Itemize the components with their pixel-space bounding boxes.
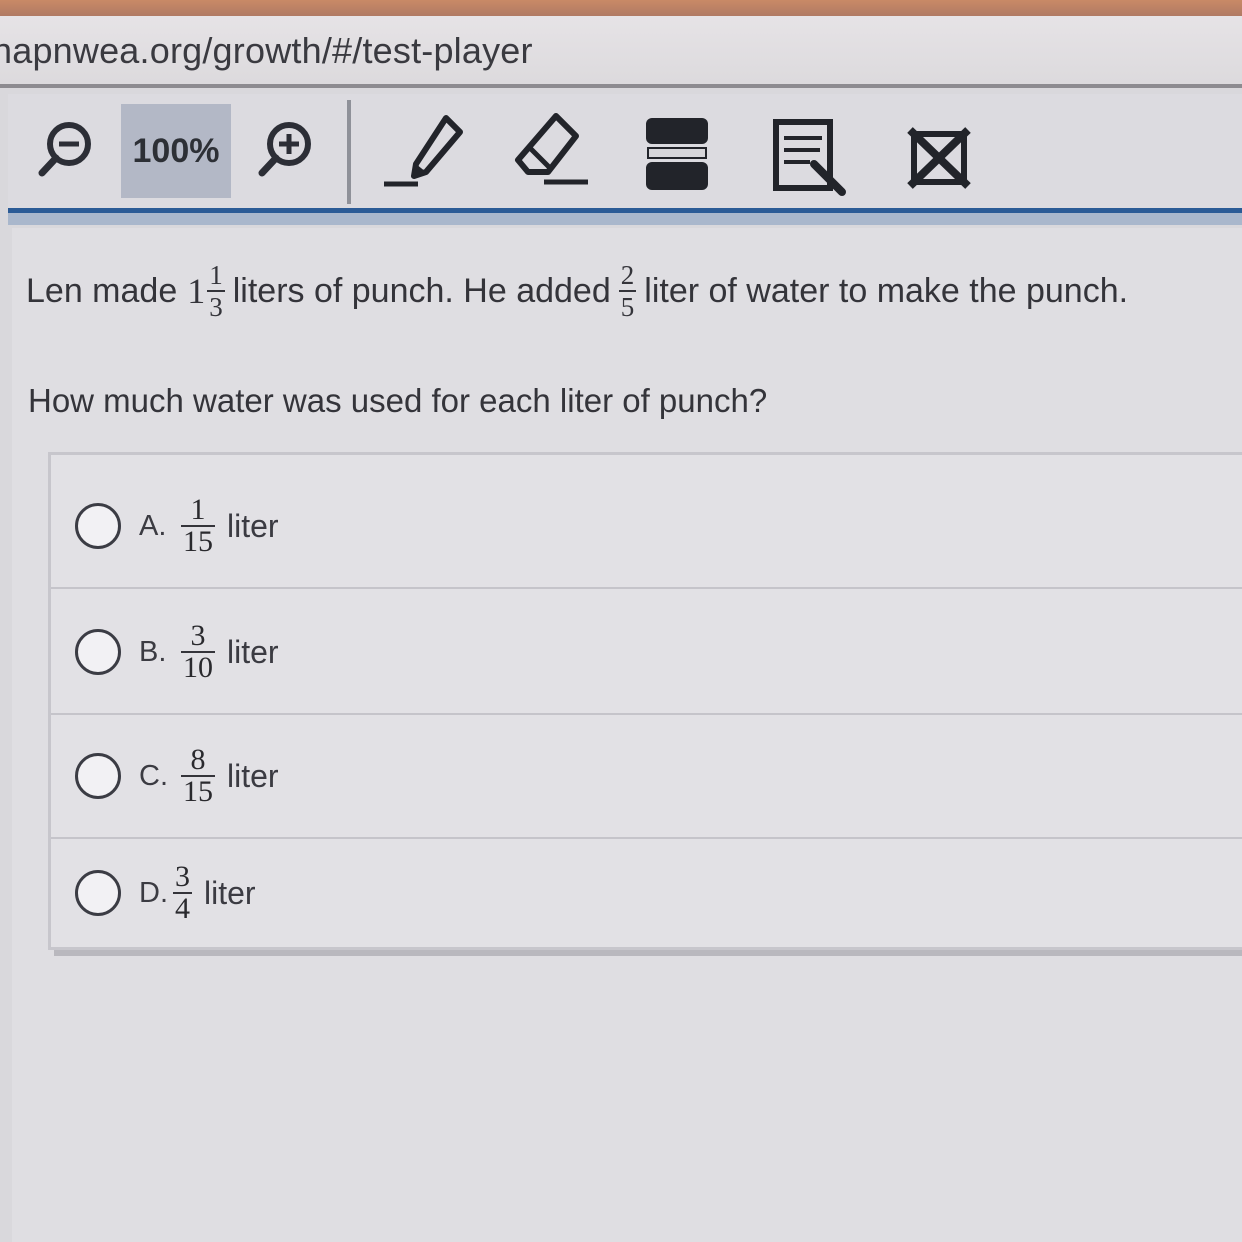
radio-button-b[interactable]: [75, 629, 121, 675]
answer-choice-b[interactable]: B. 3 10 liter: [51, 591, 1242, 715]
answer-choice-c[interactable]: C. 8 15 liter: [51, 715, 1242, 839]
choice-fraction: 8 15: [181, 743, 215, 808]
fraction-numerator: 3: [190, 619, 206, 652]
address-bar[interactable]: napnwea.org/growth/#/test-player: [0, 16, 1242, 88]
answer-choice-d[interactable]: D. 3 4 liter: [51, 831, 1242, 955]
fraction-denominator: 4: [175, 892, 190, 925]
toolbar-divider: [347, 100, 351, 204]
fraction-denominator: 5: [620, 292, 635, 322]
fraction-numerator: 2: [620, 260, 635, 290]
choice-fraction: 1 15: [181, 493, 215, 558]
radio-button-d[interactable]: [75, 870, 121, 916]
toolbar-shadow: [8, 213, 1242, 225]
choice-unit: liter: [227, 633, 279, 670]
radio-button-c[interactable]: [75, 753, 121, 799]
zoom-out-icon[interactable]: [34, 118, 96, 180]
choice-letter: C.: [139, 759, 168, 792]
stem-text-2: liters of punch. He added: [232, 271, 611, 310]
choice-unit: liter: [227, 507, 279, 544]
mixed-number-fraction: 1 3: [207, 260, 225, 322]
screen-edge: [0, 0, 1242, 16]
choice-fraction: 3 4: [173, 860, 192, 925]
fraction-numerator: 3: [175, 860, 190, 893]
line-reader-icon[interactable]: [644, 116, 710, 192]
choice-fraction: 3 10: [181, 619, 215, 684]
notepad-icon[interactable]: [770, 116, 850, 196]
choice-unit: liter: [204, 874, 256, 911]
eraser-icon[interactable]: [510, 110, 594, 190]
mixed-number-whole: 1: [187, 271, 206, 311]
url-text: napnwea.org/growth/#/test-player: [0, 30, 533, 71]
fraction-denominator: 3: [209, 292, 223, 322]
fraction-numerator: 1: [209, 260, 223, 290]
question-prompt: How much water was used for each liter o…: [28, 382, 768, 419]
zoom-level: 100%: [121, 104, 231, 198]
choice-unit: liter: [227, 757, 279, 794]
choice-letter: B.: [139, 635, 167, 668]
answer-choice-a[interactable]: A. 1 15 liter: [51, 465, 1242, 589]
fraction-denominator: 10: [183, 651, 213, 684]
stem-text-1: Len made: [26, 271, 178, 310]
answer-eliminator-icon[interactable]: [906, 124, 972, 190]
pencil-icon[interactable]: [380, 110, 470, 190]
answer-choices: A. 1 15 liter B. 3 10 liter C. 8 15 lite…: [48, 452, 1242, 950]
choice-letter: A.: [139, 509, 167, 542]
choice-letter: D.: [139, 876, 168, 909]
question-stem: Len made 1 1 3 liters of punch. He added…: [26, 260, 1236, 322]
fraction-denominator: 15: [183, 775, 213, 808]
zoom-in-icon[interactable]: [254, 118, 316, 180]
fraction-numerator: 8: [190, 743, 206, 776]
radio-button-a[interactable]: [75, 503, 121, 549]
fraction-numerator: 1: [190, 493, 206, 526]
stem-text-3: liter of water to make the punch.: [644, 271, 1129, 310]
fraction-denominator: 15: [183, 525, 213, 558]
answers-bottom-border: [54, 950, 1242, 956]
added-water-fraction: 2 5: [618, 260, 637, 322]
